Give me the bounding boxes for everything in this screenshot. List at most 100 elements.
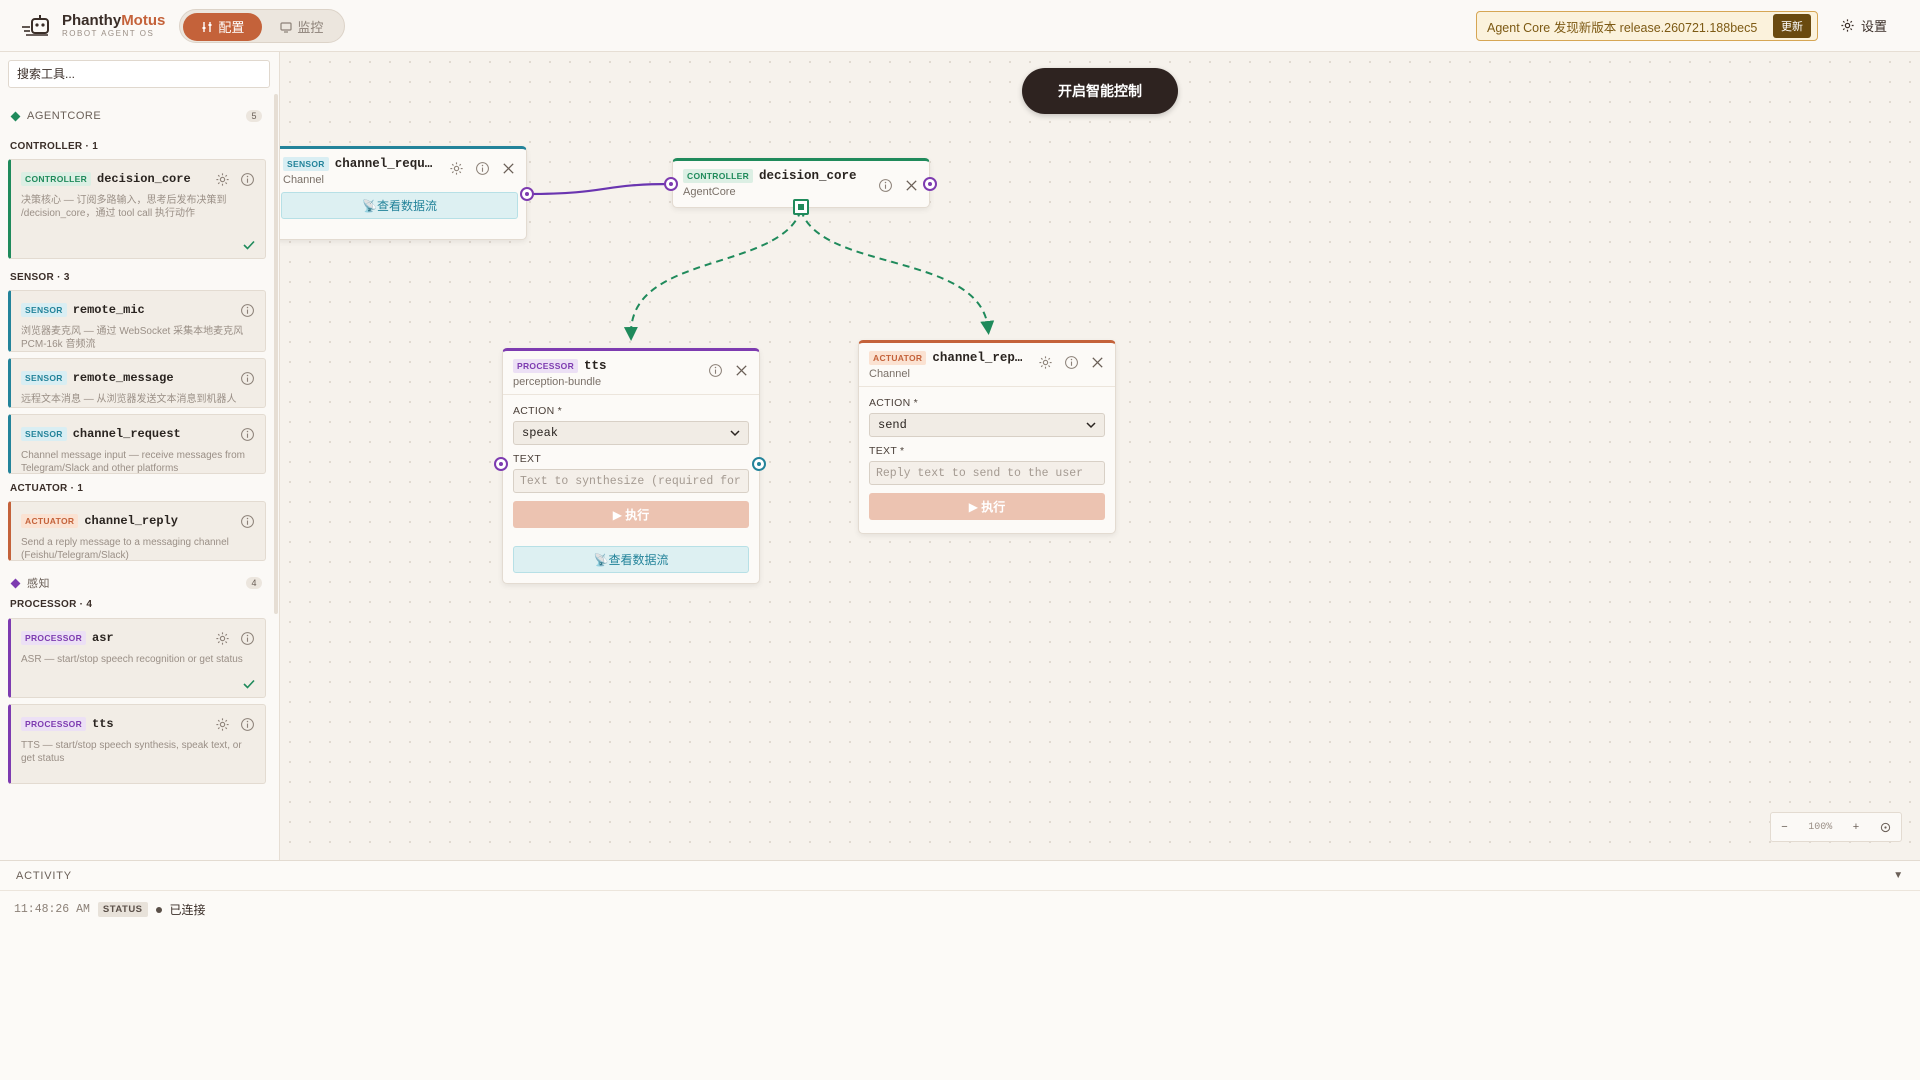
close-icon[interactable] xyxy=(734,363,749,378)
settings-button[interactable]: 设置 xyxy=(1840,16,1887,35)
tool-description: ASR — start/stop speech recognition or g… xyxy=(21,654,243,665)
mode-config-label: 配置 xyxy=(218,20,245,35)
info-icon[interactable] xyxy=(240,514,255,529)
info-icon[interactable] xyxy=(240,172,255,187)
tool-description: 决策核心 — 订阅多路输入，思考后发布决策到 /decision_core，通过… xyxy=(21,195,227,219)
close-icon[interactable] xyxy=(1090,355,1105,370)
app-logo[interactable]: PhanthyMotus ROBOT AGENT OS xyxy=(20,13,165,39)
monitor-icon xyxy=(280,21,292,33)
collapse-caret-icon[interactable]: ▼ xyxy=(1893,870,1904,881)
satellite-icon: 📡 xyxy=(593,552,609,567)
gear-icon[interactable] xyxy=(215,717,230,732)
processor-badge: PROCESSOR xyxy=(21,717,87,731)
smart-control-button[interactable]: 开启智能控制 xyxy=(1022,68,1178,114)
tool-card-remote-mic[interactable]: SENSOR remote_mic 浏览器麦克风 — 通过 WebSocket … xyxy=(8,290,266,352)
chevron-down-icon xyxy=(730,429,740,436)
group-agentcore-count: 5 xyxy=(246,110,262,122)
text-input[interactable] xyxy=(513,469,749,493)
group-agentcore-label: AGENTCORE xyxy=(27,110,102,122)
update-button[interactable]: 更新 xyxy=(1773,14,1811,38)
processor-badge: PROCESSOR xyxy=(513,359,579,373)
gear-icon[interactable] xyxy=(1038,355,1053,370)
tool-card-decision-core[interactable]: CONTROLLER decision_core 决策核心 — 订阅多路输入，思… xyxy=(8,159,266,259)
info-icon[interactable] xyxy=(240,427,255,442)
tool-name: decision_core xyxy=(97,172,191,186)
actuator-badge: ACTUATOR xyxy=(869,351,927,365)
execute-button[interactable]: ▶ 执行 xyxy=(869,493,1105,520)
view-dataflow-button[interactable]: 📡 查看数据流 xyxy=(513,546,749,573)
gear-icon[interactable] xyxy=(449,161,464,176)
processor-badge: PROCESSOR xyxy=(21,631,87,645)
output-port[interactable] xyxy=(520,187,534,201)
tool-name: remote_mic xyxy=(72,303,145,317)
check-icon xyxy=(243,679,255,689)
gear-icon[interactable] xyxy=(215,172,230,187)
tool-name: channel_reply xyxy=(84,514,178,528)
node-tts[interactable]: PROCESSOR tts perception-bundle ACTION *… xyxy=(502,348,760,584)
tool-name: channel_request xyxy=(72,427,181,441)
mode-monitor-button[interactable]: 监控 xyxy=(262,13,341,41)
node-subtitle: Channel xyxy=(283,174,324,186)
tool-name: tts xyxy=(92,717,114,731)
tool-card-channel-request[interactable]: SENSOR channel_request Channel message i… xyxy=(8,414,266,474)
node-title: channel_rep… xyxy=(932,351,1023,365)
zoom-out-button[interactable]: − xyxy=(1781,821,1787,833)
diamond-icon xyxy=(10,578,21,588)
text-input[interactable] xyxy=(869,461,1105,485)
close-icon[interactable] xyxy=(904,178,919,193)
node-channel-request[interactable]: SENSOR channel_requ… Channel 📡 查看数据流 xyxy=(280,146,527,240)
update-text: Agent Core 发现新版本 release.260721.188bec5 xyxy=(1487,20,1758,35)
input-port[interactable] xyxy=(494,457,508,471)
output-port[interactable] xyxy=(752,457,766,471)
tool-port[interactable] xyxy=(793,199,809,215)
zoom-control: − 100% + xyxy=(1770,812,1902,842)
group-perception-count: 4 xyxy=(246,577,262,589)
zoom-in-button[interactable]: + xyxy=(1853,821,1859,833)
diamond-icon xyxy=(10,111,21,121)
output-port[interactable] xyxy=(923,177,937,191)
tool-card-asr[interactable]: PROCESSOR asr ASR — start/stop speech re… xyxy=(8,618,266,698)
tool-card-channel-reply[interactable]: ACTUATOR channel_reply Send a reply mess… xyxy=(8,501,266,561)
node-channel-reply[interactable]: ACTUATOR channel_rep… Channel ACTION * s… xyxy=(858,340,1116,534)
info-icon[interactable] xyxy=(240,303,255,318)
tool-search-input[interactable] xyxy=(8,60,270,88)
controller-badge: CONTROLLER xyxy=(683,169,754,183)
tool-description: 远程文本消息 — 从浏览器发送文本消息到机器人 xyxy=(21,394,237,405)
tool-card-remote-message[interactable]: SENSOR remote_message 远程文本消息 — 从浏览器发送文本消… xyxy=(8,358,266,408)
tool-card-tts[interactable]: PROCESSOR tts TTS — start/stop speech sy… xyxy=(8,704,266,784)
input-port[interactable] xyxy=(664,177,678,191)
view-dataflow-button[interactable]: 📡 查看数据流 xyxy=(281,192,518,219)
group-agentcore[interactable]: AGENTCORE 5 xyxy=(10,110,262,122)
tool-description: TTS — start/stop speech synthesis, speak… xyxy=(21,740,242,764)
settings-label: 设置 xyxy=(1861,19,1888,34)
flow-canvas[interactable]: 开启智能控制 SENSOR channel_requ… Channel 📡 查看… xyxy=(280,52,1920,860)
info-icon[interactable] xyxy=(240,371,255,386)
info-icon[interactable] xyxy=(878,178,893,193)
info-icon[interactable] xyxy=(708,363,723,378)
view-dataflow-label: 查看数据流 xyxy=(608,553,669,567)
action-select[interactable]: send xyxy=(869,413,1105,437)
info-icon[interactable] xyxy=(475,161,490,176)
info-icon[interactable] xyxy=(240,717,255,732)
action-select[interactable]: speak xyxy=(513,421,749,445)
mode-config-button[interactable]: 配置 xyxy=(183,12,263,41)
top-bar: PhanthyMotus ROBOT AGENT OS 配置 监控 Agent … xyxy=(0,0,1920,52)
tool-description: 浏览器麦克风 — 通过 WebSocket 采集本地麦克风 PCM-16k 音频… xyxy=(21,326,244,350)
tool-description: Send a reply message to a messaging chan… xyxy=(21,537,229,561)
close-icon[interactable] xyxy=(501,161,516,176)
execute-button[interactable]: ▶ 执行 xyxy=(513,501,749,528)
zoom-level: 100% xyxy=(1808,821,1833,833)
info-icon[interactable] xyxy=(1064,355,1079,370)
sidebar-scrollbar[interactable] xyxy=(274,94,278,614)
group-perception[interactable]: 感知 4 xyxy=(10,575,262,591)
fit-view-icon[interactable] xyxy=(1880,822,1891,833)
sensor-badge: SENSOR xyxy=(283,157,329,171)
node-subtitle: perception-bundle xyxy=(513,376,602,388)
action-value: speak xyxy=(522,426,559,440)
info-icon[interactable] xyxy=(240,631,255,646)
tool-sidebar: AGENTCORE 5 CONTROLLER · 1 CONTROLLER de… xyxy=(0,52,280,860)
activity-header[interactable]: ACTIVITY ▼ xyxy=(0,861,1920,891)
sensor-badge: SENSOR xyxy=(21,427,67,441)
check-icon xyxy=(243,240,255,250)
gear-icon[interactable] xyxy=(215,631,230,646)
